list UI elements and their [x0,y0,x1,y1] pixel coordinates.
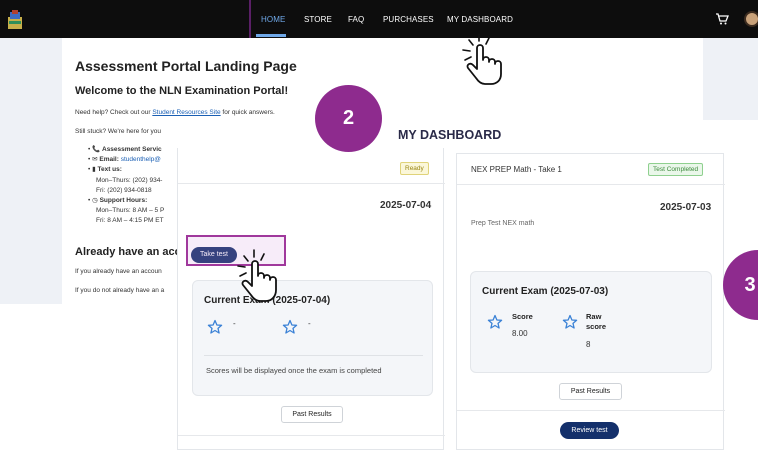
current-exam-box: Current Exam (2025-07-04) - - Scores wil… [192,280,433,396]
nav-purchases[interactable]: PURCHASES [383,15,434,24]
step-3-callout: 3 [723,250,758,320]
email-link[interactable]: studenthelp@ [121,156,161,163]
exam-date: 2025-07-03 [660,202,712,213]
nav-divider [249,0,251,38]
score-value: 8.00 [512,329,528,338]
raw-score-label-line-1: Raw [586,312,602,321]
scores-note: Scores will be displayed once the exam i… [206,366,382,375]
contact-list: • 📞 Assessment Servic • ✉ Email: student… [88,145,164,227]
exam-description: Prep Test NEX math [471,220,535,227]
list-item: • ✉ Email: studenthelp@ [88,156,161,164]
list-item: • ▮ Text us: [88,166,122,174]
raw-score-label-line-2: score [586,322,607,331]
pointer-hand-icon [462,33,502,85]
raw-score-value: 8 [586,340,591,349]
nav-active-indicator [256,34,286,37]
status-badge-completed: Test Completed [648,163,704,176]
support-hours-line-1: Mon–Thurs: 8 AM – 5 P [96,207,165,215]
help-prefix: Need help? Check out our [75,109,153,116]
card-divider [457,410,725,411]
welcome-heading: Welcome to the NLN Examination Portal! [75,85,289,97]
card-bottom-divider [178,435,445,436]
support-hours-label: Support Hours: [99,197,148,205]
review-test-button[interactable]: Review test [560,422,619,439]
page-title: Assessment Portal Landing Page [75,58,297,74]
cart-icon[interactable] [715,13,729,25]
phone-icon: 📞 [92,146,101,153]
nav-my-dashboard[interactable]: MY DASHBOARD [447,15,513,24]
past-results-button[interactable]: Past Results [281,406,343,423]
score-label: Score [512,312,533,321]
text-hours-line-1: Mon–Thurs: (202) 934- [96,176,163,184]
card-divider [457,184,725,185]
nav-store[interactable]: STORE [304,15,332,24]
account-line-1: If you already have an accoun [75,268,162,275]
exam-box-divider [204,355,423,356]
card-divider [178,183,445,184]
student-resources-link[interactable]: Student Resources Site [152,109,220,116]
screenshot-stage: HOME STORE FAQ PURCHASES MY DASHBOARD As… [0,0,758,450]
current-exam-title: Current Exam (2025-07-03) [482,286,609,297]
score-value: - [233,319,236,328]
past-results-button[interactable]: Past Results [559,383,622,400]
pointer-hand-icon [237,249,277,302]
status-badge-ready: Ready [400,162,429,175]
mobile-icon: ▮ [92,166,96,174]
user-avatar-icon[interactable] [744,11,758,27]
text-hours-line-2: Fri: (202) 934-0818 [96,186,152,194]
exam-card-completed: NEX PREP Math - Take 1 Test Completed 20… [456,153,725,450]
list-item: • 📞 Assessment Servic [88,146,162,153]
step-2-callout: 2 [315,85,382,152]
score-star-icon [207,319,223,334]
exam-name: NEX PREP Math - Take 1 [471,165,562,174]
email-label: Email: [99,156,119,164]
exam-card-ready: Ready 2025-07-04 Take test Current Exam … [177,148,445,450]
page-gutter-right [703,38,758,120]
help-suffix: for quick answers. [220,109,275,116]
dashboard-title: MY DASHBOARD [398,128,502,142]
help-text: Need help? Check out our Student Resourc… [75,109,275,116]
still-stuck-text: Still stuck? We're here for you [75,128,162,135]
current-exam-box: Current Exam (2025-07-03) Score 8.00 Raw… [470,271,712,373]
exam-date: 2025-07-04 [380,200,432,211]
email-icon: ✉ [92,156,98,164]
assessment-services-label: Assessment Servic [102,146,162,153]
raw-score-value: - [308,319,311,328]
nav-faq[interactable]: FAQ [348,15,364,24]
raw-score-label: Raw score [586,312,606,332]
nav-home[interactable]: HOME [261,15,285,24]
page-gutter-left [0,38,62,304]
account-heading: Already have an acco [75,246,188,258]
nln-logo-icon[interactable] [6,10,24,30]
clock-icon: ◷ [92,197,98,205]
account-line-2: If you do not already have an a [75,287,165,294]
top-nav-bar: HOME STORE FAQ PURCHASES MY DASHBOARD [0,0,758,38]
text-us-label: Text us: [97,166,122,174]
support-hours-line-2: Fri: 8 AM – 4:15 PM ET [96,217,164,225]
list-item: • ◷ Support Hours: [88,197,148,205]
score-star-icon [487,314,503,329]
raw-score-star-icon [562,314,578,329]
raw-score-star-icon [282,319,298,334]
